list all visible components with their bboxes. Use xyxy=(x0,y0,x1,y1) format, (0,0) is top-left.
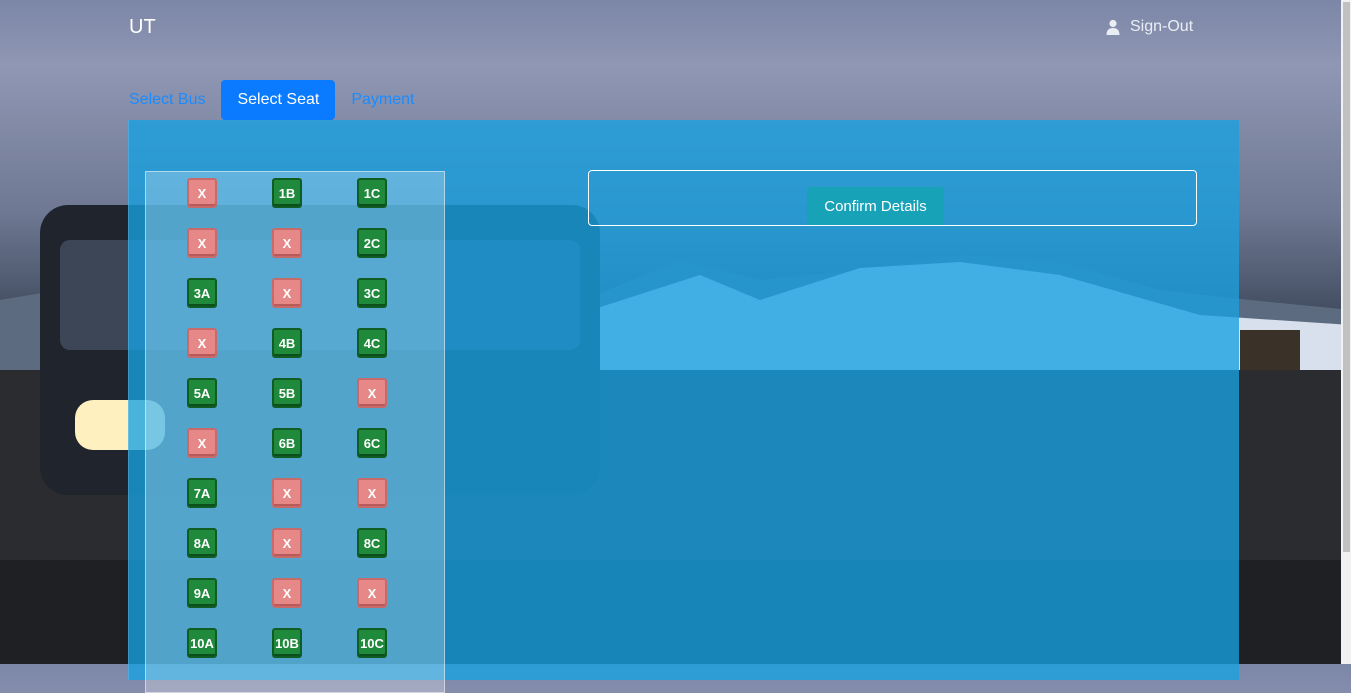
seat-map: X 1B 1C X X 2C 3A X 3C X 4B 4C 5A 5B X X 6B 6C 7A X X 8A X 8C 9A… xyxy=(145,171,445,693)
scrollbar-thumb[interactable] xyxy=(1343,2,1350,552)
booking-steps-tabs: Select Bus Select Seat Payment xyxy=(128,80,430,120)
seat-booked[interactable]: X xyxy=(187,228,217,258)
seat-available[interactable]: 6B xyxy=(272,428,302,458)
seat-booked[interactable]: X xyxy=(357,578,387,608)
seat-available[interactable]: 5B xyxy=(272,378,302,408)
seat-booked[interactable]: X xyxy=(357,478,387,508)
seat-available[interactable]: 9A xyxy=(187,578,217,608)
sign-out-link[interactable]: Sign-Out xyxy=(1106,18,1193,36)
seat-available[interactable]: 10C xyxy=(357,628,387,658)
seat-available[interactable]: 3A xyxy=(187,278,217,308)
seat-available[interactable]: 6C xyxy=(357,428,387,458)
confirm-details-box: Confirm Details xyxy=(588,170,1197,226)
seat-booked[interactable]: X xyxy=(272,528,302,558)
seat-available[interactable]: 10A xyxy=(187,628,217,658)
seat-booked[interactable]: X xyxy=(357,378,387,408)
sign-out-label: Sign-Out xyxy=(1130,18,1194,35)
seat-booked[interactable]: X xyxy=(187,328,217,358)
seat-booked[interactable]: X xyxy=(187,428,217,458)
confirm-details-button[interactable]: Confirm Details xyxy=(807,187,944,225)
seat-booked[interactable]: X xyxy=(272,578,302,608)
tab-select-seat[interactable]: Select Seat xyxy=(221,80,336,120)
seat-available[interactable]: 4B xyxy=(272,328,302,358)
seat-booked[interactable]: X xyxy=(272,278,302,308)
tab-payment[interactable]: Payment xyxy=(335,80,430,120)
seat-available[interactable]: 8A xyxy=(187,528,217,558)
seat-available[interactable]: 3C xyxy=(357,278,387,308)
navbar: UT Sign-Out xyxy=(0,0,1351,60)
seat-available[interactable]: 8C xyxy=(357,528,387,558)
seat-selection-panel: X 1B 1C X X 2C 3A X 3C X 4B 4C 5A 5B X X 6B 6C 7A X X 8A X 8C 9A… xyxy=(128,120,1239,693)
seat-available[interactable]: 4C xyxy=(357,328,387,358)
user-icon xyxy=(1106,19,1120,35)
seat-booked[interactable]: X xyxy=(272,228,302,258)
brand-logo[interactable]: UT xyxy=(129,16,156,39)
seat-available[interactable]: 10B xyxy=(272,628,302,658)
seat-available[interactable]: 2C xyxy=(357,228,387,258)
seat-booked[interactable]: X xyxy=(187,178,217,208)
tab-select-bus[interactable]: Select Bus xyxy=(128,80,221,120)
seat-available[interactable]: 7A xyxy=(187,478,217,508)
seat-available[interactable]: 1C xyxy=(357,178,387,208)
seat-booked[interactable]: X xyxy=(272,478,302,508)
seat-available[interactable]: 1B xyxy=(272,178,302,208)
page-scrollbar[interactable] xyxy=(1341,0,1351,664)
seat-available[interactable]: 5A xyxy=(187,378,217,408)
